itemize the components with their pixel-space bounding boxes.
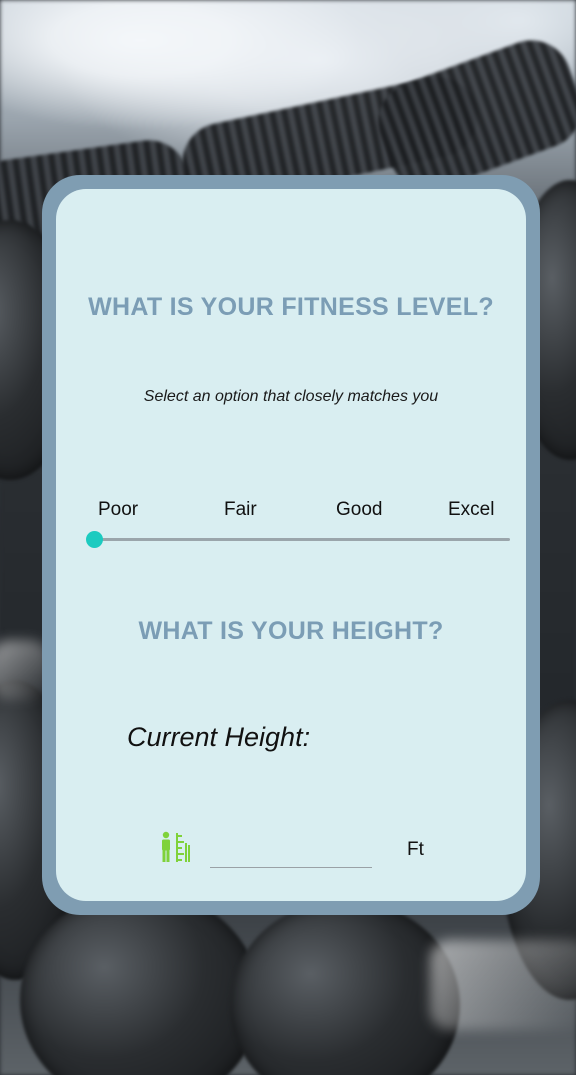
current-height-label: Current Height: <box>127 722 311 752</box>
question-card-body: WHAT IS YOUR FITNESS LEVEL? Select an op… <box>56 189 526 901</box>
fitness-level-screen: WHAT IS YOUR FITNESS LEVEL? Select an op… <box>0 0 576 1075</box>
height-person-icon <box>159 831 191 865</box>
height-input-row: Ft <box>56 819 526 869</box>
light-reflection <box>430 940 576 1030</box>
level-label-good[interactable]: Good <box>336 499 382 521</box>
fitness-level-subtitle: Select an option that closely matches yo… <box>143 388 439 405</box>
fitness-level-labels: Poor Fair Good Excel <box>98 499 512 523</box>
level-label-poor[interactable]: Poor <box>98 499 138 521</box>
height-title: WHAT IS YOUR HEIGHT? <box>138 617 444 645</box>
question-card: WHAT IS YOUR FITNESS LEVEL? Select an op… <box>42 175 540 915</box>
slider-thumb[interactable] <box>86 531 103 548</box>
level-label-fair[interactable]: Fair <box>224 499 257 521</box>
height-input[interactable] <box>210 833 372 868</box>
fitness-level-slider[interactable] <box>86 530 510 550</box>
level-label-excel[interactable]: Excel <box>448 499 494 521</box>
height-unit-label: Ft <box>407 839 424 860</box>
fitness-level-title: WHAT IS YOUR FITNESS LEVEL? <box>88 293 494 321</box>
slider-track[interactable] <box>94 538 510 541</box>
